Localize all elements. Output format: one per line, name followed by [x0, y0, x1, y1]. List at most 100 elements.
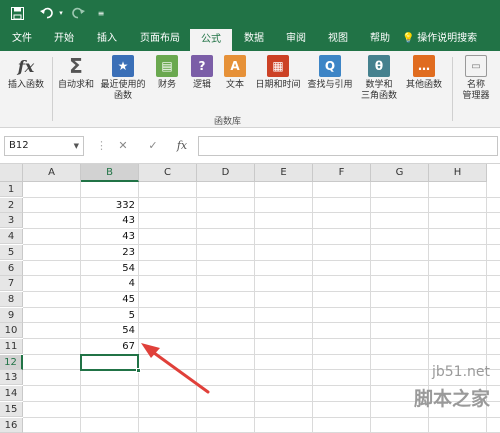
row-header-1[interactable]: 1	[0, 182, 23, 197]
cell-b3[interactable]: 43	[81, 213, 138, 228]
finance-book-icon: ▤	[156, 55, 178, 77]
insert-function-label: 插入函数	[7, 80, 44, 90]
math-trig-button[interactable]: θ 数学和 三角函数	[356, 55, 402, 102]
math-trig-label-2: 三角函数	[360, 91, 397, 101]
column-header-h[interactable]: H	[429, 164, 487, 182]
undo-dropdown-icon[interactable]: ▾	[56, 4, 66, 22]
name-manager-label: 名称	[466, 80, 485, 90]
text-label: 文本	[225, 80, 244, 90]
sigma-icon: Σ	[69, 53, 83, 78]
tab-help[interactable]: 帮助	[360, 27, 400, 51]
tab-insert[interactable]: 插入	[86, 27, 128, 51]
cell-b10[interactable]: 54	[81, 323, 138, 338]
more-book-icon: …	[413, 55, 435, 77]
lightbulb-icon: 💡	[402, 33, 415, 44]
logical-label: 逻辑	[192, 80, 211, 90]
fx-icon: fx	[17, 56, 35, 76]
date-time-button[interactable]: ▦ 日期和时间	[252, 55, 304, 91]
row-header-5[interactable]: 5	[0, 244, 23, 260]
cancel-icon[interactable]: ✕	[114, 136, 132, 156]
selected-cell-b12[interactable]	[80, 353, 139, 372]
date-book-icon: ▦	[267, 55, 289, 77]
lookup-book-icon: Q	[319, 55, 341, 77]
row-header-4[interactable]: 4	[0, 229, 23, 245]
autosum-button[interactable]: Σ 自动求和	[54, 55, 98, 91]
text-button[interactable]: A 文本	[218, 55, 252, 91]
column-header-g[interactable]: G	[371, 164, 429, 182]
formula-input[interactable]	[198, 136, 498, 156]
star-book-icon: ★	[112, 55, 134, 77]
watermark-site-name: 脚本之家	[414, 388, 491, 410]
name-manager-label-2: 管理器	[462, 91, 490, 101]
tab-view[interactable]: 视图	[318, 27, 358, 51]
tab-data[interactable]: 数据	[234, 27, 274, 51]
tab-page-layout[interactable]: 页面布局	[130, 27, 190, 51]
row-header-10[interactable]: 10	[0, 323, 23, 339]
select-all-corner[interactable]	[0, 164, 23, 182]
customize-icon[interactable]: ≡	[94, 4, 108, 22]
name-box-value: B12	[9, 140, 29, 151]
column-header-b[interactable]: B	[81, 164, 139, 182]
row-header-16[interactable]: 16	[0, 417, 23, 433]
math-book-icon: θ	[368, 55, 390, 77]
recent-functions-button[interactable]: ★ 最近使用的 函数	[98, 55, 148, 102]
row-header-9[interactable]: 9	[0, 307, 23, 323]
row-header-13[interactable]: 13	[0, 370, 23, 386]
tab-file[interactable]: 文件	[2, 27, 42, 51]
row-header-11[interactable]: 11	[0, 339, 23, 354]
redo-icon[interactable]	[70, 4, 86, 22]
lookup-reference-button[interactable]: Q 查找与引用	[304, 55, 356, 91]
recent-functions-label: 最近使用的	[100, 80, 146, 90]
formula-bar-grip: ⋮	[96, 139, 107, 152]
date-time-label: 日期和时间	[255, 80, 301, 90]
row-header-8[interactable]: 8	[0, 291, 23, 307]
column-header-c[interactable]: C	[139, 164, 197, 182]
insert-function-button[interactable]: fx 插入函数	[4, 55, 48, 91]
cell-b2[interactable]: 332	[81, 198, 138, 213]
arrow-head	[141, 343, 160, 358]
cell-b4[interactable]: 43	[81, 229, 138, 244]
cell-b9[interactable]: 5	[81, 308, 138, 323]
math-trig-label: 数学和	[365, 80, 393, 90]
row-header-6[interactable]: 6	[0, 260, 23, 276]
undo-icon[interactable]	[38, 4, 56, 22]
formula-bar: B12 ▼ ⋮ ✕ ✓ fx	[0, 128, 500, 164]
more-functions-button[interactable]: … 其他函数	[402, 55, 446, 91]
name-manager-icon: ▭	[465, 55, 487, 77]
cell-b8[interactable]: 45	[81, 292, 138, 307]
financial-button[interactable]: ▤ 财务	[148, 55, 186, 91]
logical-button[interactable]: ? 逻辑	[186, 55, 218, 91]
enter-icon[interactable]: ✓	[144, 136, 162, 156]
row-header-14[interactable]: 14	[0, 386, 23, 402]
column-header-a[interactable]: A	[23, 164, 81, 182]
logic-book-icon: ?	[191, 55, 213, 77]
row-header-3[interactable]: 3	[0, 213, 23, 229]
tab-review[interactable]: 审阅	[276, 27, 316, 51]
chevron-down-icon[interactable]: ▼	[74, 137, 79, 155]
save-icon[interactable]	[8, 4, 26, 22]
name-box[interactable]: B12 ▼	[4, 136, 84, 156]
cell-b5[interactable]: 23	[81, 245, 138, 260]
fill-handle[interactable]	[136, 368, 141, 374]
ribbon-separator	[52, 57, 53, 121]
cell-b6[interactable]: 54	[81, 261, 138, 276]
cell-b7[interactable]: 4	[81, 276, 138, 291]
tab-formulas[interactable]: 公式	[190, 29, 232, 51]
text-book-icon: A	[224, 55, 246, 77]
gridline	[23, 416, 500, 418]
row-header-15[interactable]: 15	[0, 401, 23, 417]
tell-me-search[interactable]: 💡 操作说明搜索	[402, 27, 498, 51]
column-header-e[interactable]: E	[255, 164, 313, 182]
column-header-f[interactable]: F	[313, 164, 371, 182]
row-header-7[interactable]: 7	[0, 276, 23, 292]
ribbon-separator	[452, 57, 453, 121]
row-header-2[interactable]: 2	[0, 197, 23, 213]
cell-b11[interactable]: 67	[81, 339, 138, 354]
tab-home[interactable]: 开始	[44, 27, 84, 51]
name-manager-button[interactable]: ▭ 名称 管理器	[456, 55, 496, 102]
row-header-12[interactable]: 12	[0, 354, 23, 370]
insert-function-icon[interactable]: fx	[172, 136, 192, 156]
column-header-d[interactable]: D	[197, 164, 255, 182]
ribbon-tabs: 文件 开始 插入 页面布局 公式 数据 审阅 视图 帮助 💡 操作说明搜索	[0, 27, 500, 51]
tell-me-label: 操作说明搜索	[417, 33, 478, 44]
